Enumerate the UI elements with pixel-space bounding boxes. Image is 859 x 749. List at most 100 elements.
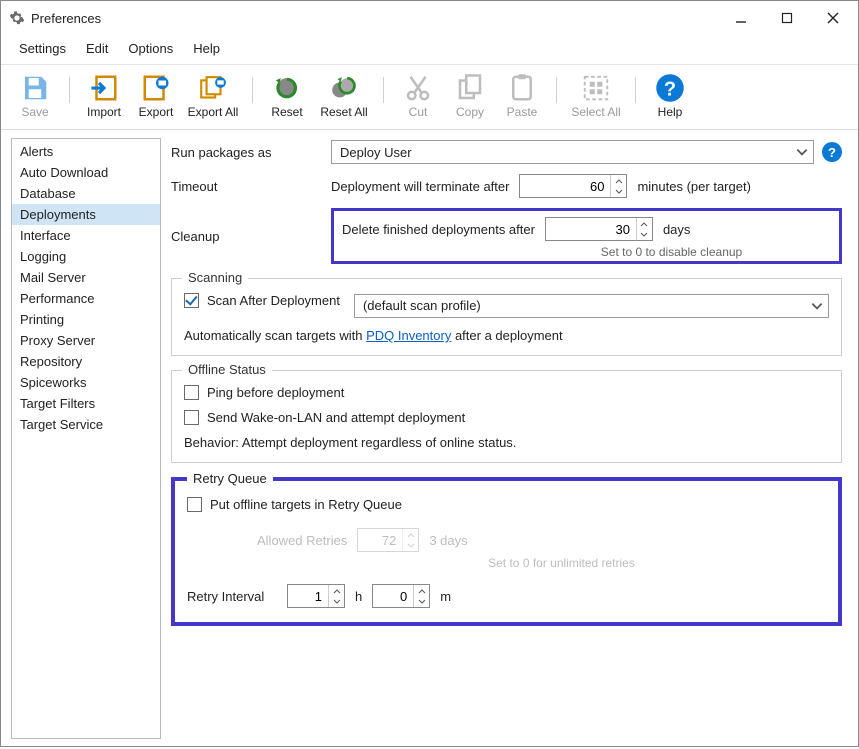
export-all-button[interactable]: Export All bbox=[182, 71, 244, 121]
sidebar-item-mail-server[interactable]: Mail Server bbox=[12, 267, 160, 288]
timeout-label: Timeout bbox=[171, 179, 331, 194]
allowed-retries-label: Allowed Retries bbox=[257, 533, 347, 548]
cleanup-hint: Set to 0 to disable cleanup bbox=[512, 245, 831, 259]
scanning-group: Scanning Scan After Deployment (default … bbox=[171, 278, 842, 356]
floppy-icon bbox=[20, 73, 50, 103]
sidebar-item-proxy-server[interactable]: Proxy Server bbox=[12, 330, 160, 351]
spin-up[interactable] bbox=[414, 585, 429, 596]
field-help-button[interactable]: ? bbox=[822, 142, 842, 162]
copy-icon bbox=[455, 73, 485, 103]
cleanup-input[interactable] bbox=[546, 218, 636, 240]
spin-up[interactable] bbox=[611, 175, 626, 186]
reset-all-button[interactable]: Reset All bbox=[313, 71, 375, 121]
spin-down[interactable] bbox=[414, 596, 429, 607]
allowed-retries-input bbox=[358, 529, 402, 551]
help-button[interactable]: ? Help bbox=[644, 71, 696, 121]
svg-text:?: ? bbox=[664, 79, 676, 101]
checkbox-icon bbox=[184, 385, 199, 400]
retry-minutes-input[interactable] bbox=[373, 585, 413, 607]
runas-select[interactable]: Deploy User bbox=[331, 140, 814, 164]
hours-unit: h bbox=[355, 589, 362, 604]
cleanup-label: Cleanup bbox=[171, 229, 331, 244]
sidebar-item-target-filters[interactable]: Target Filters bbox=[12, 393, 160, 414]
minimize-button[interactable] bbox=[718, 3, 764, 33]
maximize-button[interactable] bbox=[764, 3, 810, 33]
cut-button[interactable]: Cut bbox=[392, 71, 444, 121]
chevron-down-icon bbox=[810, 299, 824, 313]
close-button[interactable] bbox=[810, 3, 856, 33]
export-button[interactable]: Export bbox=[130, 71, 182, 121]
select-all-button[interactable]: Select All bbox=[565, 71, 627, 121]
sidebar-item-logging[interactable]: Logging bbox=[12, 246, 160, 267]
import-icon bbox=[89, 73, 119, 103]
retry-minutes-spinner[interactable] bbox=[372, 584, 430, 608]
sidebar-item-deployments[interactable]: Deployments bbox=[12, 204, 160, 225]
retry-group: Retry Queue Put offline targets in Retry… bbox=[171, 477, 842, 626]
menu-options[interactable]: Options bbox=[120, 39, 181, 58]
export-all-icon bbox=[198, 73, 228, 103]
paste-button[interactable]: Paste bbox=[496, 71, 548, 121]
retry-hours-input[interactable] bbox=[288, 585, 328, 607]
checkbox-icon bbox=[184, 410, 199, 425]
pdq-inventory-link[interactable]: PDQ Inventory bbox=[366, 328, 451, 343]
spin-down[interactable] bbox=[611, 186, 626, 197]
sidebar: Alerts Auto Download Database Deployment… bbox=[11, 138, 161, 739]
menu-settings[interactable]: Settings bbox=[11, 39, 74, 58]
window-title: Preferences bbox=[31, 11, 718, 26]
wol-checkbox[interactable]: Send Wake-on-LAN and attempt deployment bbox=[184, 410, 465, 425]
scan-profile-select[interactable]: (default scan profile) bbox=[354, 294, 829, 318]
cleanup-spinner[interactable] bbox=[545, 217, 653, 241]
spin-down[interactable] bbox=[329, 596, 344, 607]
sidebar-item-interface[interactable]: Interface bbox=[12, 225, 160, 246]
offline-behavior: Behavior: Attempt deployment regardless … bbox=[184, 435, 829, 450]
sidebar-item-printing[interactable]: Printing bbox=[12, 309, 160, 330]
sidebar-item-spiceworks[interactable]: Spiceworks bbox=[12, 372, 160, 393]
sidebar-item-alerts[interactable]: Alerts bbox=[12, 141, 160, 162]
spin-up[interactable] bbox=[637, 218, 652, 229]
offline-legend: Offline Status bbox=[182, 362, 272, 377]
runas-label: Run packages as bbox=[171, 145, 331, 160]
reset-all-icon bbox=[329, 73, 359, 103]
titlebar: Preferences bbox=[1, 1, 858, 35]
gear-icon bbox=[9, 10, 25, 26]
sidebar-item-repository[interactable]: Repository bbox=[12, 351, 160, 372]
spin-up[interactable] bbox=[329, 585, 344, 596]
cleanup-pre: Delete finished deployments after bbox=[342, 222, 535, 237]
spin-down[interactable] bbox=[637, 229, 652, 240]
allowed-retries-spinner bbox=[357, 528, 419, 552]
save-button[interactable]: Save bbox=[9, 71, 61, 121]
timeout-input[interactable] bbox=[520, 175, 610, 197]
import-button[interactable]: Import bbox=[78, 71, 130, 121]
timeout-post: minutes (per target) bbox=[637, 179, 750, 194]
copy-button[interactable]: Copy bbox=[444, 71, 496, 121]
cleanup-post: days bbox=[663, 222, 690, 237]
retry-put-checkbox[interactable]: Put offline targets in Retry Queue bbox=[187, 497, 402, 512]
timeout-pre: Deployment will terminate after bbox=[331, 179, 509, 194]
timeout-spinner[interactable] bbox=[519, 174, 627, 198]
scanning-legend: Scanning bbox=[182, 270, 248, 285]
chevron-down-icon bbox=[795, 145, 809, 159]
main-panel: Run packages as Deploy User ? Timeout De… bbox=[169, 138, 848, 739]
checkbox-icon bbox=[187, 497, 202, 512]
sidebar-item-performance[interactable]: Performance bbox=[12, 288, 160, 309]
retry-hours-spinner[interactable] bbox=[287, 584, 345, 608]
reset-button[interactable]: Reset bbox=[261, 71, 313, 121]
scissors-icon bbox=[403, 73, 433, 103]
sidebar-item-database[interactable]: Database bbox=[12, 183, 160, 204]
scan-after-checkbox[interactable]: Scan After Deployment bbox=[184, 293, 340, 308]
menu-edit[interactable]: Edit bbox=[78, 39, 116, 58]
menu-help[interactable]: Help bbox=[185, 39, 228, 58]
paste-icon bbox=[507, 73, 537, 103]
ping-checkbox[interactable]: Ping before deployment bbox=[184, 385, 344, 400]
select-all-icon bbox=[581, 73, 611, 103]
reset-icon bbox=[272, 73, 302, 103]
toolbar: Save Import Export Export All Reset Rese… bbox=[1, 65, 858, 130]
minutes-unit: m bbox=[440, 589, 451, 604]
allowed-retries-post: 3 days bbox=[429, 533, 467, 548]
sidebar-item-auto-download[interactable]: Auto Download bbox=[12, 162, 160, 183]
allowed-retries-hint: Set to 0 for unlimited retries bbox=[297, 556, 826, 570]
help-icon: ? bbox=[655, 73, 685, 103]
offline-group: Offline Status Ping before deployment Se… bbox=[171, 370, 842, 463]
menubar: Settings Edit Options Help bbox=[1, 35, 858, 65]
sidebar-item-target-service[interactable]: Target Service bbox=[12, 414, 160, 435]
